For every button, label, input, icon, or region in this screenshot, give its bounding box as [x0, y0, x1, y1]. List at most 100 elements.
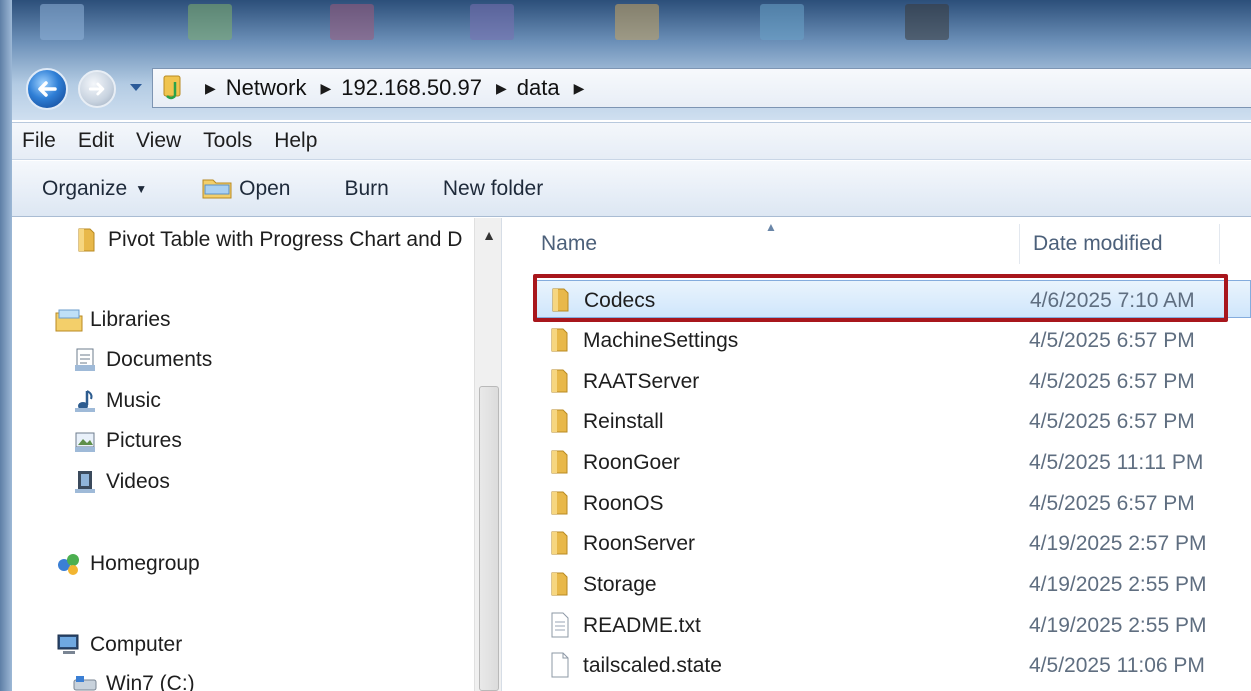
menu-edit[interactable]: Edit: [78, 129, 114, 153]
nav-item-label: Computer: [90, 633, 183, 656]
folder-icon: [548, 286, 574, 314]
window-frame-edge: [0, 0, 12, 691]
desktop-icon: [905, 4, 949, 40]
menu-file[interactable]: File: [22, 129, 56, 153]
file-row[interactable]: RoonGoer 4/5/2025 11:11 PM: [533, 443, 1251, 481]
nav-item-label: Win7 (C:): [106, 672, 195, 691]
breadcrumb-separator[interactable]: ▶: [574, 80, 585, 97]
file-row[interactable]: RoonOS 4/5/2025 6:57 PM: [533, 484, 1251, 522]
nav-item-label: Videos: [106, 470, 170, 493]
recent-pages-dropdown[interactable]: [128, 80, 144, 96]
address-bar[interactable]: ▶ Network ▶ 192.168.50.97 ▶ data ▶: [152, 68, 1251, 108]
music-icon: [70, 387, 100, 415]
homegroup-icon: [54, 550, 84, 578]
file-row[interactable]: README.txt 4/19/2025 2:55 PM: [533, 606, 1251, 644]
nav-item-computer[interactable]: Computer: [54, 631, 182, 659]
caret-down-icon: ▼: [135, 181, 148, 196]
menu-view[interactable]: View: [136, 129, 181, 153]
nav-item-label: Libraries: [90, 308, 171, 331]
file-date: 4/19/2025 2:55 PM: [1029, 573, 1207, 596]
nav-item-label: Music: [106, 389, 161, 412]
burn-label: Burn: [344, 176, 389, 200]
file-name: README.txt: [583, 614, 701, 637]
nav-item-music[interactable]: Music: [70, 387, 161, 415]
back-button[interactable]: [26, 68, 68, 110]
nav-item-homegroup[interactable]: Homegroup: [54, 550, 200, 578]
navigation-pane: Pivot Table with Progress Chart and D Li…: [12, 218, 502, 691]
file-row[interactable]: Storage 4/19/2025 2:55 PM: [533, 565, 1251, 603]
breadcrumb-network[interactable]: Network: [226, 75, 307, 101]
column-header-date-modified[interactable]: Date modified: [1033, 232, 1163, 256]
file-row[interactable]: MachineSettings 4/5/2025 6:57 PM: [533, 321, 1251, 359]
pictures-icon: [70, 427, 100, 455]
desktop-icon: [615, 4, 659, 40]
organize-button[interactable]: Organize ▼: [42, 177, 147, 201]
breadcrumb-data[interactable]: data: [517, 75, 560, 101]
nav-item-label: Homegroup: [90, 552, 200, 575]
file-icon: [547, 651, 573, 679]
scrollbar-thumb[interactable]: [479, 386, 499, 691]
desktop-icon: [470, 4, 514, 40]
folder-icon: [547, 529, 573, 557]
file-name: RoonGoer: [583, 451, 680, 474]
desktop-icon: [40, 4, 84, 40]
column-header-name[interactable]: Name: [541, 232, 597, 256]
file-date: 4/5/2025 11:11 PM: [1029, 451, 1204, 474]
nav-item-pictures[interactable]: Pictures: [70, 427, 182, 455]
file-row[interactable]: RoonServer 4/19/2025 2:57 PM: [533, 524, 1251, 562]
file-date: 4/5/2025 6:57 PM: [1029, 370, 1195, 393]
nav-item-drive[interactable]: Win7 (C:): [70, 670, 195, 691]
nav-item-documents[interactable]: Documents: [70, 346, 212, 374]
file-name: MachineSettings: [583, 329, 739, 352]
file-name: RoonServer: [583, 532, 696, 555]
menu-tools[interactable]: Tools: [203, 129, 252, 153]
folder-icon: [547, 407, 573, 435]
breadcrumb-ip[interactable]: 192.168.50.97: [341, 75, 482, 101]
file-name: Storage: [583, 573, 657, 596]
folder-icon: [547, 570, 573, 598]
chevron-down-icon: [130, 84, 142, 91]
organize-label: Organize: [42, 176, 128, 200]
forward-button[interactable]: [78, 70, 116, 108]
new-folder-label: New folder: [442, 176, 544, 200]
file-date: 4/5/2025 11:06 PM: [1029, 654, 1205, 677]
sort-ascending-icon: ▲: [765, 220, 777, 234]
breadcrumb-separator[interactable]: ▶: [320, 80, 331, 97]
column-header-row: ▲ Name Date modified: [503, 218, 1251, 268]
folder-icon: [72, 226, 102, 254]
file-row[interactable]: RAATServer 4/5/2025 6:57 PM: [533, 362, 1251, 400]
folder-icon: [547, 326, 573, 354]
file-date: 4/5/2025 6:57 PM: [1029, 492, 1195, 515]
breadcrumb-separator[interactable]: ▶: [205, 80, 216, 97]
nav-item-videos[interactable]: Videos: [70, 468, 170, 496]
open-folder-icon: [202, 179, 232, 198]
back-arrow-icon: [38, 81, 57, 97]
folder-icon: [547, 367, 573, 395]
file-row-selected[interactable]: Codecs 4/6/2025 7:10 AM: [533, 280, 1251, 318]
videos-icon: [70, 468, 100, 496]
scroll-up-icon[interactable]: ▲: [475, 222, 501, 248]
open-button[interactable]: Open: [201, 176, 290, 202]
command-bar: Organize ▼ Open Burn New folder: [12, 161, 1251, 217]
network-folder-icon: [157, 71, 191, 105]
nav-item-pinned-folder[interactable]: Pivot Table with Progress Chart and D: [72, 226, 462, 254]
burn-button[interactable]: Burn: [344, 177, 388, 201]
forward-arrow-icon: [88, 82, 105, 96]
desktop-icon: [188, 4, 232, 40]
column-divider[interactable]: [1219, 224, 1220, 264]
file-row[interactable]: tailscaled.state 4/5/2025 11:06 PM: [533, 646, 1251, 684]
menu-help[interactable]: Help: [274, 129, 317, 153]
file-name: RAATServer: [583, 370, 700, 393]
file-row[interactable]: Reinstall 4/5/2025 6:57 PM: [533, 402, 1251, 440]
file-list: ▲ Name Date modified Codecs 4/6/2025 7:1…: [503, 218, 1251, 691]
new-folder-button[interactable]: New folder: [443, 177, 543, 201]
nav-item-label: Pictures: [106, 429, 182, 452]
navigation-scrollbar[interactable]: ▲: [474, 218, 501, 691]
file-date: 4/5/2025 6:57 PM: [1029, 410, 1195, 433]
open-label: Open: [239, 176, 291, 200]
breadcrumb-separator[interactable]: ▶: [496, 80, 507, 97]
column-divider[interactable]: [1019, 224, 1020, 264]
folder-icon: [547, 489, 573, 517]
desktop-icon: [760, 4, 804, 40]
nav-item-libraries[interactable]: Libraries: [54, 306, 171, 334]
